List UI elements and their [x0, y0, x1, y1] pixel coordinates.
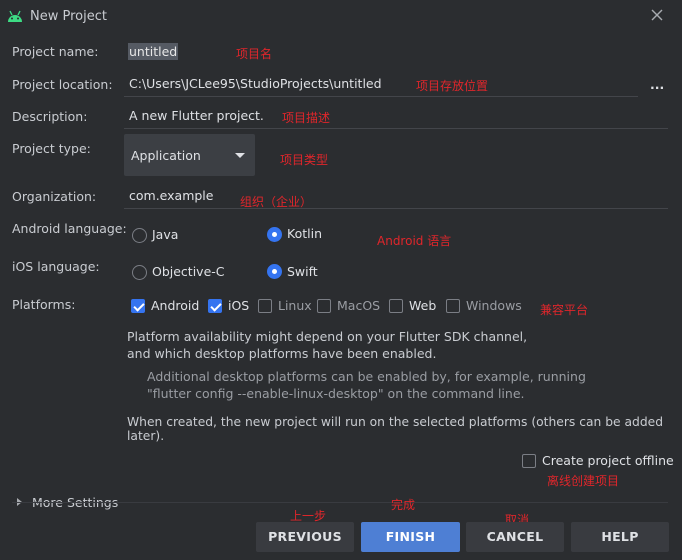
offline-annotation: 离线创建项目 [547, 474, 620, 488]
availability-note-line1: Platform availability might depend on yo… [127, 329, 528, 344]
title-bar: New Project [0, 0, 682, 34]
checkbox-ios-label: iOS [228, 298, 250, 313]
description-annotation: 项目描述 [282, 111, 331, 125]
checkbox-offline[interactable] [522, 454, 536, 468]
organization-input[interactable]: com.example [129, 188, 213, 203]
project-location-input[interactable]: C:\Users\JCLee95\StudioProjects\untitled [129, 76, 382, 91]
radio-swift[interactable] [267, 264, 282, 279]
desktop-note-line1: Additional desktop platforms can be enab… [147, 369, 586, 384]
android-language-label: Android language: [12, 221, 127, 236]
project-location-label: Project location: [12, 77, 113, 92]
checkbox-android[interactable] [131, 299, 145, 313]
description-input[interactable]: A new Flutter project. [129, 108, 264, 123]
ios-language-label: iOS language: [12, 259, 100, 274]
checkbox-macos[interactable] [317, 299, 331, 313]
platforms-label: Platforms: [12, 297, 76, 312]
project-name-annotation: 项目名 [236, 47, 273, 61]
radio-objective-c-label: Objective-C [152, 264, 225, 279]
project-name-label: Project name: [12, 44, 99, 59]
project-location-annotation: 项目存放位置 [416, 79, 489, 93]
previous-button[interactable]: PREVIOUS [256, 522, 354, 552]
project-type-dropdown[interactable]: Application [124, 134, 255, 176]
checkbox-web-label: Web [409, 298, 437, 313]
description-label: Description: [12, 109, 88, 124]
checkbox-windows[interactable] [446, 299, 460, 313]
organization-underline [124, 208, 668, 209]
radio-java[interactable] [132, 228, 147, 243]
android-icon [8, 10, 22, 22]
project-name-input[interactable]: untitled [128, 43, 179, 60]
project-location-underline [124, 96, 638, 97]
radio-objective-c[interactable] [132, 265, 147, 280]
divider [12, 502, 668, 503]
availability-note-line2: and which desktop platforms have been en… [127, 346, 437, 361]
checkbox-linux[interactable] [258, 299, 272, 313]
description-underline [124, 128, 668, 129]
checkbox-ios[interactable] [208, 299, 222, 313]
cancel-button[interactable]: CANCEL [466, 522, 564, 552]
checkbox-linux-label: Linux [278, 298, 312, 313]
checkbox-macos-label: MacOS [337, 298, 381, 313]
project-type-annotation: 项目类型 [280, 153, 329, 167]
checkbox-windows-label: Windows [466, 298, 522, 313]
checkbox-offline-label: Create project offline [542, 453, 674, 468]
organization-label: Organization: [12, 189, 97, 204]
radio-swift-label: Swift [287, 264, 318, 279]
finish-annotation: 完成 [391, 498, 416, 512]
radio-java-label: Java [152, 227, 179, 242]
radio-kotlin[interactable] [267, 227, 282, 242]
desktop-note-line2: "flutter config --enable-linux-desktop" … [147, 386, 525, 401]
window-title: New Project [30, 9, 107, 24]
project-type-value: Application [131, 148, 201, 163]
android-language-annotation: Android 语言 [377, 234, 452, 248]
checkbox-android-label: Android [151, 298, 200, 313]
project-type-label: Project type: [12, 141, 91, 156]
radio-kotlin-label: Kotlin [287, 226, 322, 241]
browse-button[interactable]: ... [650, 77, 664, 92]
finish-button[interactable]: FINISH [361, 522, 460, 552]
help-button[interactable]: HELP [571, 522, 669, 552]
checkbox-web[interactable] [389, 299, 403, 313]
created-note: When created, the new project will run o… [127, 415, 664, 443]
close-icon[interactable] [650, 8, 664, 22]
platforms-annotation: 兼容平台 [540, 303, 589, 317]
chevron-down-icon [235, 153, 245, 158]
